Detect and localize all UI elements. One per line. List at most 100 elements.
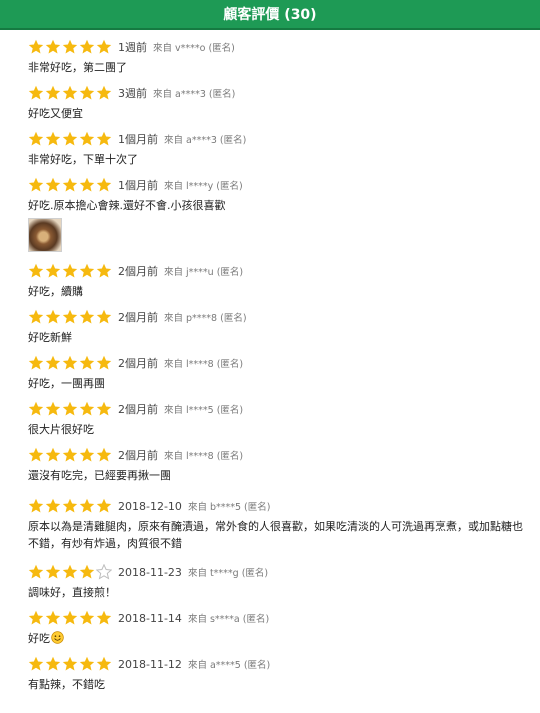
review-meta: 2個月前 來自 j****u (匿名): [28, 262, 533, 280]
review-content: 非常好吃，下單十次了: [28, 151, 533, 168]
from-label: 來自: [164, 359, 184, 370]
star-filled-icon: [28, 309, 44, 325]
review-text: 非常好吃，第二團了: [28, 61, 127, 74]
review-meta: 2018-12-10 來自 b****5 (匿名): [28, 497, 533, 515]
review-photo-thumbnail[interactable]: [28, 218, 62, 252]
from-label: 來自: [153, 89, 173, 100]
review-content: 好吃新鮮: [28, 329, 533, 346]
reviewer-name: l****5 (匿名): [186, 405, 244, 416]
star-filled-icon: [79, 177, 95, 193]
reviewer-name: l****8 (匿名): [186, 359, 244, 370]
star-filled-icon: [28, 564, 44, 580]
star-filled-icon: [28, 355, 44, 371]
star-filled-icon: [45, 263, 61, 279]
star-filled-icon: [96, 263, 112, 279]
review-content: 調味好，直接煎！: [28, 584, 533, 601]
review-meta: 2個月前 來自 l****8 (匿名): [28, 446, 533, 464]
reviewer-name: a****3 (匿名): [186, 135, 247, 146]
star-rating: [28, 263, 113, 279]
review-item: 1個月前 來自 l****y (匿名) 好吃.原本擔心會辣.還好不會.小孩很喜歡: [28, 176, 533, 252]
review-time: 2018-11-12: [118, 657, 182, 671]
star-filled-icon: [62, 498, 78, 514]
star-filled-icon: [79, 498, 95, 514]
reviewer-name: t****g (匿名): [209, 568, 269, 579]
reviewer-name: a****3 (匿名): [175, 89, 236, 100]
review-item: 2018-11-23 來自 t****g (匿名) 調味好，直接煎！: [28, 563, 533, 601]
star-filled-icon: [28, 610, 44, 626]
star-filled-icon: [28, 401, 44, 417]
star-filled-icon: [79, 447, 95, 463]
star-filled-icon: [96, 401, 112, 417]
star-filled-icon: [79, 131, 95, 147]
star-rating: [28, 39, 113, 55]
review-text: 有點辣，不錯吃: [28, 678, 105, 691]
review-content: 好吃: [28, 630, 533, 647]
star-filled-icon: [96, 656, 112, 672]
star-filled-icon: [28, 39, 44, 55]
star-rating: [28, 564, 113, 580]
review-text: 好吃，續購: [28, 285, 83, 298]
star-filled-icon: [96, 498, 112, 514]
from-label: 來自: [164, 267, 184, 278]
review-content: 好吃，續購: [28, 283, 533, 300]
review-item: 1個月前 來自 a****3 (匿名) 非常好吃，下單十次了: [28, 130, 533, 168]
review-time: 1個月前: [118, 179, 158, 192]
review-text: 很大片很好吃: [28, 423, 94, 436]
review-time: 2018-12-10: [118, 499, 182, 513]
star-filled-icon: [79, 309, 95, 325]
review-text: 非常好吃，下單十次了: [28, 153, 138, 166]
star-filled-icon: [79, 85, 95, 101]
review-meta: 2個月前 來自 l****8 (匿名): [28, 354, 533, 372]
star-rating: [28, 85, 113, 101]
review-content: 很大片很好吃: [28, 421, 533, 438]
from-label: 來自: [164, 405, 184, 416]
review-content: 好吃，一團再團: [28, 375, 533, 392]
star-filled-icon: [45, 131, 61, 147]
star-filled-icon: [45, 498, 61, 514]
star-filled-icon: [96, 131, 112, 147]
star-filled-icon: [79, 564, 95, 580]
star-rating: [28, 498, 113, 514]
star-filled-icon: [62, 309, 78, 325]
star-filled-icon: [62, 85, 78, 101]
from-label: 來自: [187, 660, 207, 671]
star-filled-icon: [79, 610, 95, 626]
review-meta: 2個月前 來自 l****5 (匿名): [28, 400, 533, 418]
star-filled-icon: [45, 656, 61, 672]
reviews-header: 顧客評價 (30): [0, 0, 540, 30]
star-filled-icon: [45, 85, 61, 101]
review-meta: 1週前 來自 v****o (匿名): [28, 38, 533, 56]
review-meta: 1個月前 來自 l****y (匿名): [28, 176, 533, 194]
reviewer-name: l****y (匿名): [186, 181, 243, 192]
review-text: 原本以為是清雞腿肉，原來有醃漬過，常外食的人很喜歡，如果吃清淡的人可洗過再烹煮，…: [28, 520, 523, 550]
star-filled-icon: [62, 39, 78, 55]
from-label: 來自: [164, 181, 184, 192]
star-filled-icon: [45, 401, 61, 417]
star-rating: [28, 177, 113, 193]
star-filled-icon: [62, 610, 78, 626]
review-text: 好吃.原本擔心會辣.還好不會.小孩很喜歡: [28, 199, 226, 212]
review-text: 好吃又便宜: [28, 107, 83, 120]
star-filled-icon: [62, 564, 78, 580]
review-item: 2個月前 來自 p****8 (匿名) 好吃新鮮: [28, 308, 533, 346]
review-time: 2018-11-14: [118, 611, 182, 625]
review-time: 2個月前: [118, 449, 158, 462]
review-content: 還沒有吃完，已經要再揪一團: [28, 467, 533, 484]
review-meta: 2018-11-12 來自 a****5 (匿名): [28, 655, 533, 673]
review-time: 2個月前: [118, 357, 158, 370]
star-filled-icon: [28, 177, 44, 193]
review-meta: 3週前 來自 a****3 (匿名): [28, 84, 533, 102]
star-filled-icon: [79, 355, 95, 371]
star-filled-icon: [96, 610, 112, 626]
reviews-title: 顧客評價 (30): [223, 7, 317, 23]
from-label: 來自: [187, 502, 207, 513]
star-rating: [28, 355, 113, 371]
reviewer-name: b****5 (匿名): [209, 502, 271, 513]
star-filled-icon: [62, 131, 78, 147]
star-filled-icon: [79, 401, 95, 417]
from-label: 來自: [164, 313, 184, 324]
star-filled-icon: [28, 656, 44, 672]
review-meta: 2個月前 來自 p****8 (匿名): [28, 308, 533, 326]
star-filled-icon: [62, 401, 78, 417]
review-content: 好吃.原本擔心會辣.還好不會.小孩很喜歡: [28, 197, 533, 214]
